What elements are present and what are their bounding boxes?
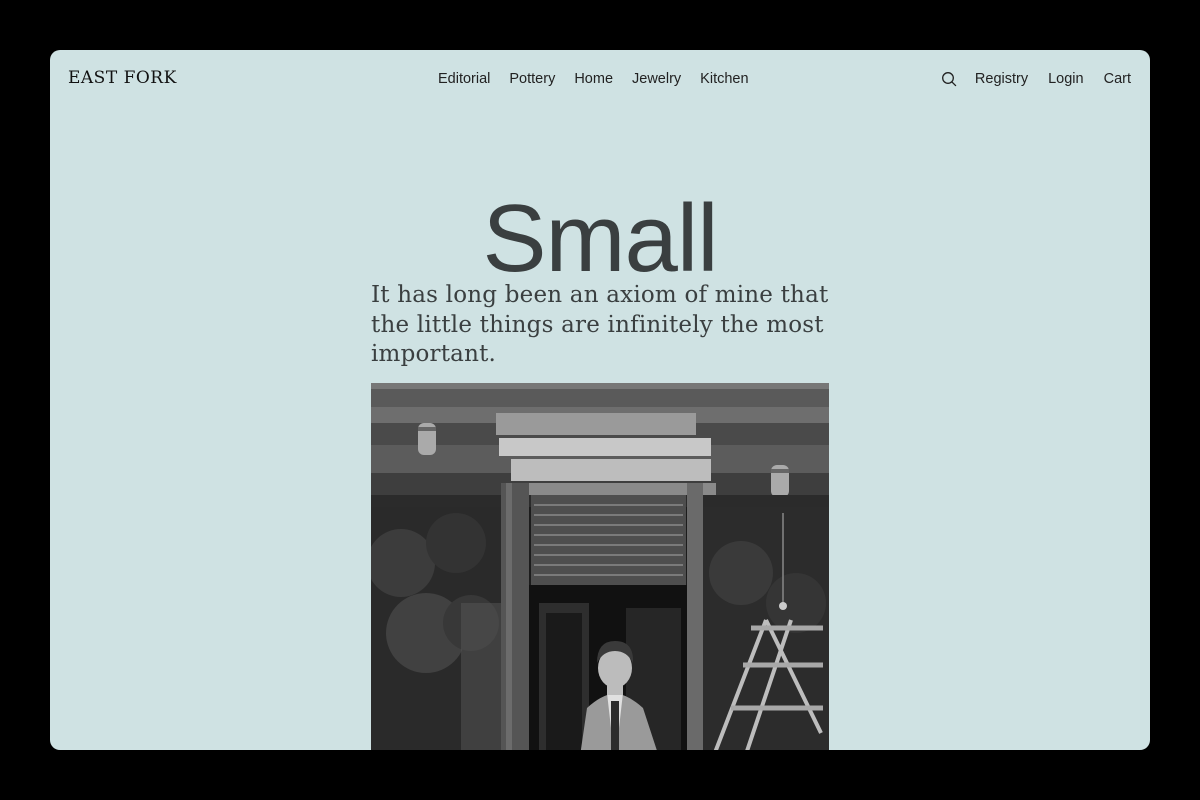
utility-nav: Registry Login Cart xyxy=(941,71,1131,87)
nav-item-pottery[interactable]: Pottery xyxy=(509,71,555,87)
hero-photo xyxy=(371,383,829,750)
login-link[interactable]: Login xyxy=(1048,71,1083,87)
nav-item-editorial[interactable]: Editorial xyxy=(438,71,490,87)
cart-link[interactable]: Cart xyxy=(1104,71,1131,87)
registry-link[interactable]: Registry xyxy=(975,71,1028,87)
nav-item-home[interactable]: Home xyxy=(574,71,613,87)
site-logo[interactable]: EAST FORK xyxy=(68,68,177,88)
page-window: EAST FORK Editorial Pottery Home Jewelry… xyxy=(50,50,1150,750)
nav-item-jewelry[interactable]: Jewelry xyxy=(632,71,681,87)
main-nav: Editorial Pottery Home Jewelry Kitchen xyxy=(438,71,749,87)
page-title: Small xyxy=(482,185,718,293)
nav-item-kitchen[interactable]: Kitchen xyxy=(700,71,748,87)
search-icon[interactable] xyxy=(941,71,957,87)
intro-quote: It has long been an axiom of mine that t… xyxy=(371,282,829,367)
